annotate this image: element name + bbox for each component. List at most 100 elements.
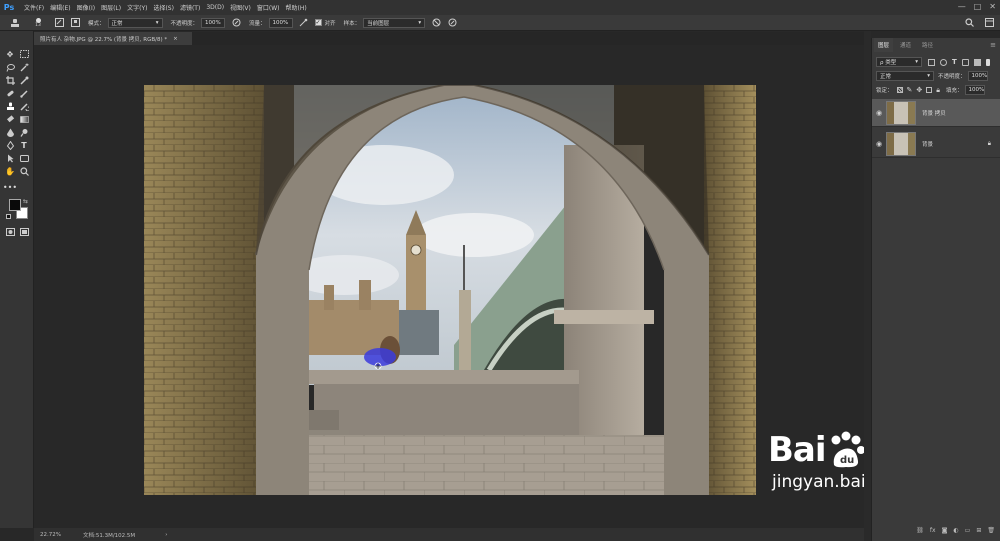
lasso-tool-icon[interactable] bbox=[4, 61, 16, 73]
menu-type[interactable]: 文字(Y) bbox=[127, 3, 147, 12]
default-colors-icon[interactable] bbox=[6, 214, 11, 219]
flow-label: 流量： bbox=[249, 20, 266, 27]
link-layers-icon[interactable]: ⛓︎ bbox=[916, 527, 924, 537]
filter-toggle-icon[interactable] bbox=[985, 58, 990, 66]
quick-mask-icon[interactable] bbox=[4, 226, 16, 238]
adjustment-layer-icon[interactable]: ◐ bbox=[953, 527, 958, 537]
pressure-opacity-icon[interactable] bbox=[231, 18, 241, 28]
tab-layers[interactable]: 图层 bbox=[874, 38, 894, 52]
move-tool-icon[interactable]: ✥ bbox=[4, 48, 16, 60]
type-tool-icon[interactable]: T bbox=[18, 139, 30, 151]
new-layer-icon[interactable]: ⊞ bbox=[976, 527, 981, 537]
dodge-tool-icon[interactable] bbox=[18, 126, 30, 138]
menu-layer[interactable]: 图层(L) bbox=[101, 3, 121, 12]
opacity-input[interactable]: 100% bbox=[201, 17, 226, 28]
history-brush-tool-icon[interactable] bbox=[18, 100, 30, 112]
mode-select[interactable]: 正常 ▾ bbox=[107, 17, 163, 28]
menu-help[interactable]: 帮助(H) bbox=[286, 3, 307, 12]
brush-tool-icon[interactable] bbox=[18, 87, 30, 99]
document-canvas-image[interactable] bbox=[144, 85, 756, 495]
shape-tool-icon[interactable] bbox=[18, 152, 30, 164]
canvas-area[interactable]: Bai du 经验 jingyan.baidu.com bbox=[34, 45, 929, 528]
more-tools-icon[interactable]: ••• bbox=[3, 181, 17, 193]
marquee-tool-icon[interactable] bbox=[18, 48, 30, 60]
document-tab[interactable]: 照片有人 杂物.JPG @ 22.7% (背景 拷贝, RGB/8) * × bbox=[34, 32, 192, 45]
pen-tool-icon[interactable] bbox=[4, 139, 16, 151]
eraser-tool-icon[interactable] bbox=[4, 113, 16, 125]
layer-name[interactable]: 背景 bbox=[922, 140, 933, 148]
menu-file[interactable]: 文件(F) bbox=[24, 3, 44, 12]
filter-shape-icon[interactable] bbox=[961, 58, 969, 66]
ignore-adjustment-layers-icon[interactable] bbox=[431, 18, 441, 28]
aligned-checkbox[interactable]: ✓ bbox=[314, 19, 322, 26]
crop-tool-icon[interactable] bbox=[4, 74, 16, 86]
filter-pixel-icon[interactable] bbox=[928, 58, 935, 66]
lock-all-icon[interactable]: 🔒︎ bbox=[936, 86, 940, 95]
airbrush-icon[interactable] bbox=[299, 18, 309, 28]
blend-mode-select[interactable]: 正常 ▾ bbox=[876, 71, 934, 81]
search-icon[interactable] bbox=[964, 18, 974, 28]
blend-mode-value: 正常 bbox=[880, 74, 892, 80]
sample-select[interactable]: 当前图层 ▾ bbox=[363, 17, 426, 28]
eyedropper-tool-icon[interactable] bbox=[18, 74, 30, 86]
lock-artboard-icon[interactable] bbox=[926, 87, 933, 93]
menu-select[interactable]: 选择(S) bbox=[153, 3, 174, 12]
layer-row[interactable]: ◉ 背景 🔒︎ bbox=[872, 130, 1000, 158]
clone-stamp-tool-icon[interactable] bbox=[4, 100, 16, 112]
brush-preset-picker[interactable]: 13 bbox=[32, 17, 44, 28]
filter-type-icon[interactable]: T bbox=[952, 58, 957, 66]
menu-view[interactable]: 视图(V) bbox=[230, 3, 251, 12]
status-menu-arrow[interactable]: › bbox=[165, 532, 167, 538]
menu-window[interactable]: 窗口(W) bbox=[257, 3, 280, 12]
path-selection-tool-icon[interactable] bbox=[4, 152, 16, 164]
opacity-label: 不透明度： bbox=[170, 20, 199, 27]
menu-edit[interactable]: 编辑(E) bbox=[50, 3, 70, 12]
layer-row[interactable]: ◉ 背景 拷贝 bbox=[872, 99, 1000, 127]
lock-image-icon[interactable]: ✎ bbox=[907, 86, 913, 94]
menu-filter[interactable]: 滤镜(T) bbox=[180, 3, 200, 12]
close-window-button[interactable]: ✕ bbox=[989, 2, 996, 11]
close-tab-icon[interactable]: × bbox=[173, 36, 178, 42]
minimize-button[interactable]: — bbox=[958, 2, 966, 11]
clone-source-panel-icon[interactable] bbox=[70, 18, 80, 28]
zoom-tool-icon[interactable] bbox=[18, 165, 30, 177]
mode-label: 模式： bbox=[88, 20, 105, 27]
lock-position-icon[interactable]: ✥ bbox=[916, 86, 922, 94]
maximize-button[interactable]: □ bbox=[974, 2, 982, 11]
screen-mode-icon[interactable] bbox=[18, 226, 30, 238]
visibility-eye-icon[interactable]: ◉ bbox=[876, 140, 884, 148]
pressure-size-icon[interactable] bbox=[447, 18, 457, 28]
flow-input[interactable]: 100% bbox=[268, 17, 293, 28]
clone-stamp-preset-icon[interactable] bbox=[10, 18, 20, 28]
zoom-level[interactable]: 22.72% bbox=[40, 532, 61, 538]
panel-menu-icon[interactable]: ≡ bbox=[990, 41, 996, 49]
healing-brush-tool-icon[interactable] bbox=[4, 87, 16, 99]
magic-wand-tool-icon[interactable] bbox=[18, 61, 30, 73]
tab-paths[interactable]: 路径 bbox=[918, 38, 937, 52]
filter-adjustment-icon[interactable] bbox=[940, 58, 947, 66]
visibility-eye-icon[interactable]: ◉ bbox=[876, 109, 884, 117]
layer-opacity-input[interactable]: 100% bbox=[967, 71, 988, 81]
add-mask-icon[interactable]: ◙ bbox=[942, 527, 948, 537]
toggle-brush-panel-icon[interactable] bbox=[54, 18, 64, 28]
tab-channels[interactable]: 通道 bbox=[896, 38, 915, 52]
gradient-tool-icon[interactable] bbox=[18, 113, 30, 125]
chevron-down-icon: ▾ bbox=[418, 19, 422, 26]
blur-tool-icon[interactable] bbox=[4, 126, 16, 138]
workspace-icon[interactable] bbox=[984, 18, 994, 28]
menu-3d[interactable]: 3D(D) bbox=[206, 4, 224, 11]
layer-filter-select[interactable]: ρ 类型 ▾ bbox=[876, 57, 922, 67]
layer-style-icon[interactable]: fx bbox=[930, 527, 936, 537]
lock-transparent-icon[interactable] bbox=[896, 87, 903, 93]
delete-layer-icon[interactable]: 🗑︎ bbox=[987, 527, 995, 537]
menu-image[interactable]: 图像(I) bbox=[77, 3, 95, 12]
layer-name[interactable]: 背景 拷贝 bbox=[922, 109, 946, 117]
foreground-color-swatch[interactable] bbox=[9, 199, 21, 211]
panel-collapse-strip[interactable] bbox=[864, 31, 871, 541]
swap-colors-icon[interactable]: ⇆ bbox=[23, 198, 28, 205]
hand-tool-icon[interactable]: ✋ bbox=[4, 165, 16, 177]
new-group-icon[interactable]: ▭ bbox=[965, 527, 971, 537]
layer-filter-row: ρ 类型 ▾ T bbox=[872, 56, 1000, 68]
filter-smart-object-icon[interactable] bbox=[973, 58, 981, 66]
fill-input[interactable]: 100% bbox=[964, 85, 985, 95]
